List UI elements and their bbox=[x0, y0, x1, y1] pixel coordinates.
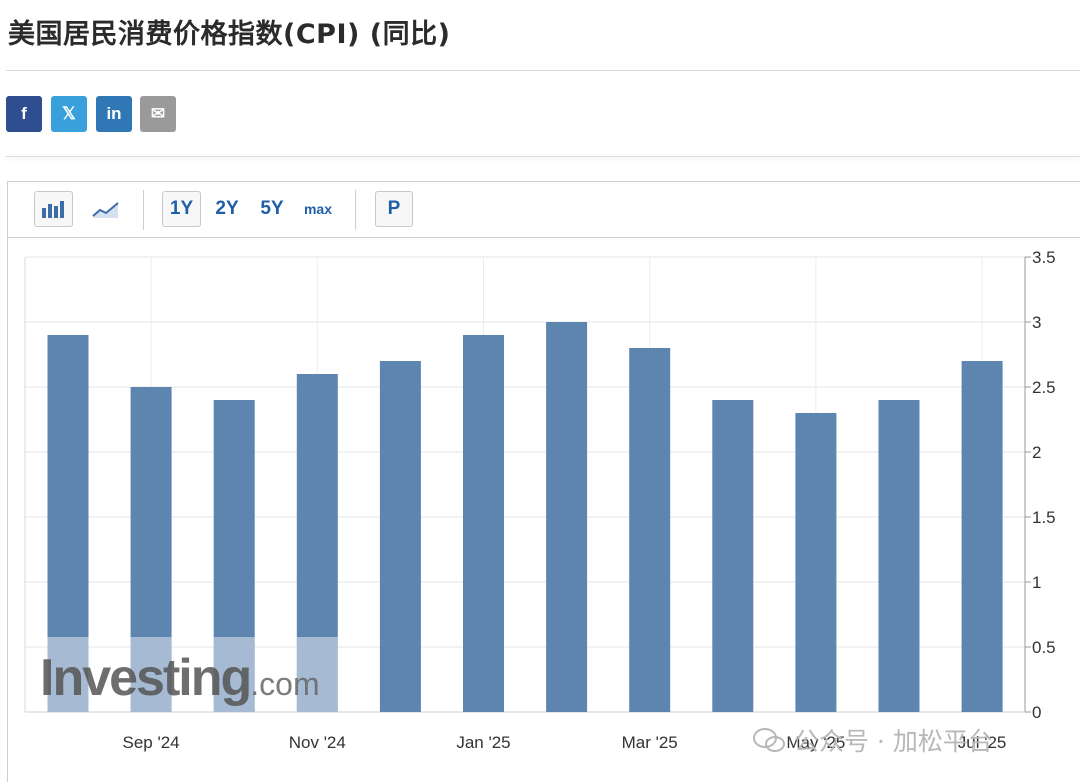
bar bbox=[463, 335, 504, 712]
y-tick-label: 3.5 bbox=[1032, 248, 1056, 267]
x-tick-label: Sep '24 bbox=[123, 733, 180, 752]
x-tick-label: Jan '25 bbox=[456, 733, 510, 752]
bar bbox=[629, 348, 671, 712]
y-tick-label: 2.5 bbox=[1032, 378, 1056, 397]
bar bbox=[712, 400, 754, 712]
bar bbox=[961, 361, 1003, 712]
y-tick-label: 3 bbox=[1032, 313, 1041, 332]
social-watermark-text: 公众号 · 加松平台 bbox=[794, 727, 993, 756]
y-tick-label: 2 bbox=[1032, 443, 1041, 462]
watermark-brand: Investing bbox=[40, 649, 252, 707]
bar bbox=[878, 400, 920, 712]
social-watermark: 公众号 · 加松平台 bbox=[752, 722, 993, 758]
watermark-suffix: .com bbox=[250, 666, 320, 702]
bar bbox=[379, 361, 421, 712]
x-tick-label: Mar '25 bbox=[622, 733, 678, 752]
wechat-icon bbox=[753, 728, 785, 752]
y-tick-label: 1.5 bbox=[1032, 508, 1056, 527]
x-tick-label: Nov '24 bbox=[289, 733, 346, 752]
y-tick-label: 0 bbox=[1032, 703, 1041, 722]
investing-watermark: Investing.com bbox=[40, 648, 320, 708]
y-tick-label: 0.5 bbox=[1032, 638, 1056, 657]
y-tick-label: 1 bbox=[1032, 573, 1041, 592]
bar bbox=[795, 413, 837, 712]
bar bbox=[546, 322, 588, 712]
